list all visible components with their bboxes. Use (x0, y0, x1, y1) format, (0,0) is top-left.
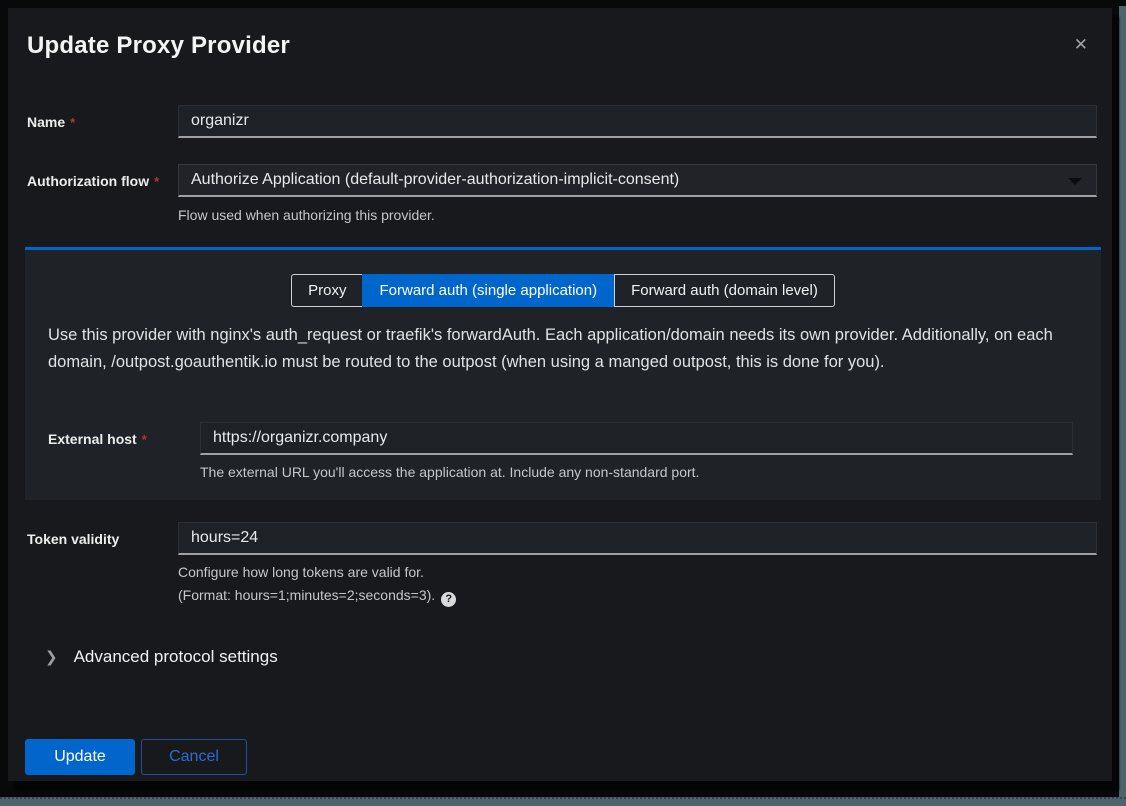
forward-auth-description: Use this provider with nginx's auth_requ… (48, 322, 1086, 376)
advanced-protocol-settings-label: Advanced protocol settings (74, 647, 278, 667)
token-validity-label: Token validity (27, 531, 119, 547)
required-asterisk: * (70, 115, 75, 130)
proxy-mode-card: Proxy Forward auth (single application) … (25, 247, 1101, 500)
authorization-flow-label: Authorization flow* (27, 173, 159, 189)
authorization-flow-select[interactable]: Authorize Application (default-provider-… (178, 164, 1097, 197)
token-validity-input[interactable] (178, 522, 1097, 555)
page-edge-bottom (0, 797, 1126, 806)
screenshot-frame: Update Proxy Provider ✕ Name* Authorizat… (0, 0, 1126, 806)
external-host-label: External host* (48, 431, 147, 447)
proxy-mode-tab-group: Proxy Forward auth (single application) … (25, 274, 1101, 307)
chevron-down-icon (1068, 178, 1082, 185)
close-icon[interactable]: ✕ (1074, 36, 1088, 53)
authorization-flow-help: Flow used when authorizing this provider… (178, 207, 435, 223)
name-label: Name* (27, 114, 75, 130)
external-host-help: The external URL you'll access the appli… (200, 464, 699, 480)
cancel-button[interactable]: Cancel (141, 739, 247, 775)
update-button[interactable]: Update (25, 739, 135, 775)
page-edge-right (1119, 6, 1126, 806)
advanced-protocol-settings-toggle[interactable]: ❯ Advanced protocol settings (45, 647, 278, 667)
external-host-input[interactable] (200, 422, 1073, 455)
authorization-flow-selected-value: Authorize Application (default-provider-… (191, 171, 679, 189)
token-validity-format-help: (Format: hours=1;minutes=2;seconds=3).? (178, 587, 456, 607)
required-asterisk: * (142, 432, 147, 447)
required-asterisk: * (154, 174, 159, 189)
tab-proxy[interactable]: Proxy (291, 274, 362, 307)
name-input[interactable] (178, 105, 1097, 138)
help-question-icon[interactable]: ? (441, 592, 456, 607)
tab-forward-auth-domain-level[interactable]: Forward auth (domain level) (614, 274, 835, 307)
page-title: Update Proxy Provider (27, 32, 290, 60)
update-proxy-provider-modal: Update Proxy Provider ✕ Name* Authorizat… (8, 8, 1112, 781)
tab-forward-auth-single-application[interactable]: Forward auth (single application) (362, 274, 614, 307)
token-validity-help: Configure how long tokens are valid for. (178, 564, 424, 580)
chevron-right-icon: ❯ (45, 648, 58, 666)
